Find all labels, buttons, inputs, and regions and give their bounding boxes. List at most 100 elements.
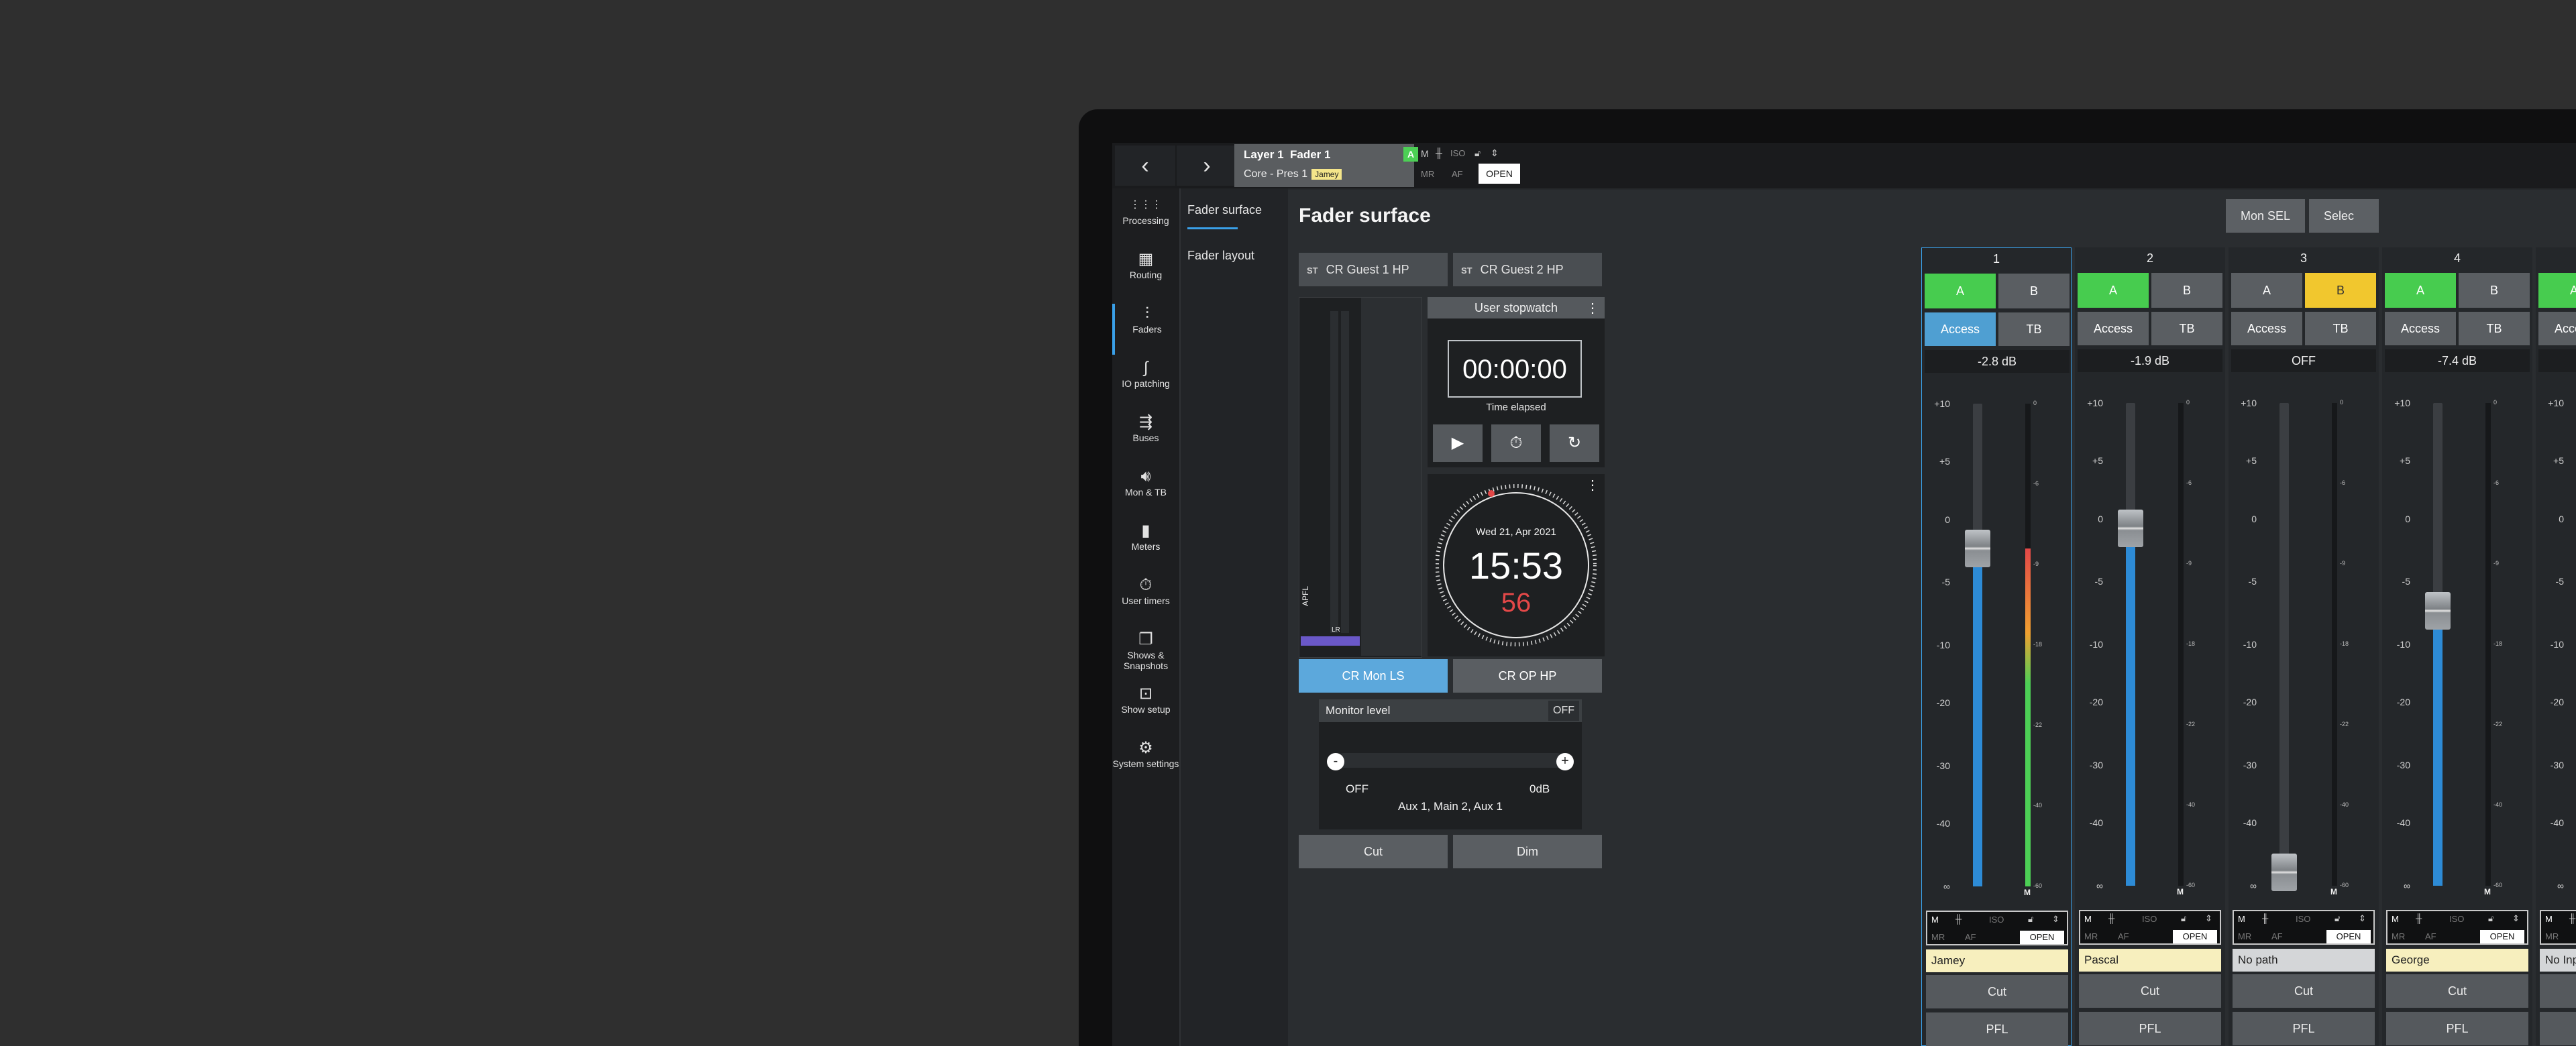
increase-knob[interactable]: +	[1556, 753, 1574, 770]
sidebar-item-show-setup[interactable]: ⊡ Show setup	[1112, 684, 1179, 735]
subnav-fader-surface[interactable]: Fader surface	[1187, 203, 1262, 217]
open-button[interactable]: OPEN	[2480, 930, 2524, 943]
a-button[interactable]: A	[2538, 273, 2576, 308]
scale-label: -30	[2089, 760, 2103, 770]
sidebar-item-user-timers[interactable]: ⏱︎ User timers	[1112, 575, 1179, 626]
fader-level-fill	[1973, 548, 1982, 886]
a-button[interactable]: A	[1925, 274, 1996, 308]
monitor-level-panel: Monitor level OFF - + OFF 0dB Aux 1, Mai…	[1319, 699, 1582, 829]
stopwatch-menu-icon[interactable]: ⋮	[1586, 300, 1599, 316]
cr-mon-ls-button[interactable]: CR Mon LS	[1299, 659, 1448, 693]
open-button[interactable]: OPEN	[2326, 930, 2371, 943]
scale-label: +10	[2087, 398, 2103, 408]
sidebar-item-faders[interactable]: ⫶ Faders	[1112, 304, 1179, 355]
talkback-button[interactable]: TB	[2459, 312, 2530, 345]
path-tag: Jamey	[1311, 169, 1342, 180]
channel-cut-button[interactable]: Cut	[2386, 974, 2528, 1008]
channel-cut-button[interactable]: Cut	[2233, 974, 2375, 1008]
channel-status-row[interactable]: M╫ISO🔓︎⇕MRAFOPEN	[2233, 910, 2375, 945]
talkback-button[interactable]: TB	[1998, 312, 2070, 346]
select-button[interactable]: Selec	[2309, 199, 2379, 233]
channel-name[interactable]: No path	[2233, 949, 2375, 972]
fader-level-fill	[2433, 610, 2443, 886]
sidebar-item-label: Mon & TB	[1125, 487, 1167, 498]
fader-cap[interactable]	[2425, 591, 2451, 630]
talkback-button[interactable]: TB	[2151, 312, 2222, 345]
page-title: Fader surface	[1299, 205, 1431, 227]
channel-name[interactable]: George	[2386, 949, 2528, 972]
subnav-fader-layout[interactable]: Fader layout	[1187, 249, 1254, 263]
a-button[interactable]: A	[2385, 273, 2456, 308]
talkback-button[interactable]: TB	[2305, 312, 2376, 345]
sidebar-item-shows-snapshots[interactable]: ❐ Shows & Snapshots	[1112, 630, 1179, 681]
af-indicator: AF	[1965, 932, 1976, 942]
fader-cap[interactable]	[2271, 854, 2297, 891]
cr-op-hp-button[interactable]: CR OP HP	[1453, 659, 1602, 693]
channel-name[interactable]: Jamey	[1926, 949, 2068, 972]
b-button[interactable]: B	[2151, 273, 2222, 308]
channel-cut-button[interactable]: Cut	[2079, 974, 2221, 1008]
hp-guest2-button[interactable]: ST CR Guest 2 HP	[1453, 253, 1602, 286]
b-button[interactable]: B	[2459, 273, 2530, 308]
reset-button[interactable]: ↻	[1550, 424, 1599, 462]
channel-cut-button[interactable]: Cut	[1926, 975, 2068, 1008]
access-button[interactable]: Access	[2078, 312, 2149, 345]
channel-name[interactable]: Pascal	[2079, 949, 2221, 972]
channel-cut-button[interactable]: Cut	[2540, 974, 2576, 1008]
sidebar-item-label: Routing	[1129, 270, 1163, 280]
b-button[interactable]: B	[1998, 274, 2070, 308]
fader-track[interactable]	[2279, 403, 2289, 886]
channel-strip: 3 A B Access TB OFF +10 +5 0 -5 -10 -20 -30 -40 ∞ 0 -6 -9…	[2229, 247, 2379, 1046]
dim-button[interactable]: Dim	[1453, 835, 1602, 868]
forward-button[interactable]: ›	[1177, 146, 1237, 186]
pfl-button[interactable]: PFL	[2386, 1012, 2528, 1045]
sidebar-item-mon-tb[interactable]: 🔊︎ Mon & TB	[1112, 467, 1179, 518]
monitor-level-slider[interactable]	[1336, 753, 1564, 768]
fader-cap[interactable]	[1965, 530, 1990, 567]
channel-status-row[interactable]: M╫ISO🔓︎⇕MRAFOPEN	[2540, 910, 2576, 945]
access-button[interactable]: Access	[2231, 312, 2302, 345]
monitor-meter-l	[1330, 311, 1338, 633]
pfl-button[interactable]: PFL	[2233, 1012, 2375, 1045]
channel-status-row[interactable]: M╫ISO🔓︎⇕MRAFOPEN	[2079, 910, 2221, 945]
sidebar-item-buses[interactable]: ⇶ Buses	[1112, 412, 1179, 463]
channel-name[interactable]: No Input	[2540, 949, 2576, 972]
scale-label: -40	[2550, 817, 2564, 829]
a-button[interactable]: A	[2231, 273, 2302, 308]
sidebar-item-label: Buses	[1132, 432, 1159, 443]
meter-label: M	[2177, 887, 2184, 896]
hp-guest1-button[interactable]: ST CR Guest 1 HP	[1299, 253, 1448, 286]
monitor-off-button[interactable]: OFF	[1548, 701, 1579, 721]
back-button[interactable]: ‹	[1115, 146, 1175, 186]
open-button[interactable]: OPEN	[2173, 930, 2217, 943]
pfl-button[interactable]: PFL	[2079, 1012, 2221, 1045]
iso-indicator: ISO	[1450, 148, 1466, 158]
access-button[interactable]: Access	[1925, 312, 1996, 346]
access-button[interactable]: Access	[2538, 312, 2576, 345]
open-button[interactable]: OPEN	[2020, 931, 2064, 944]
b-button[interactable]: B	[2305, 273, 2376, 308]
sidebar-item-io-patching[interactable]: ∫ IO patching	[1112, 358, 1179, 409]
scale-label: ∞	[2404, 880, 2410, 891]
a-button[interactable]: A	[2078, 273, 2149, 308]
fader-cap[interactable]	[2118, 510, 2143, 548]
pfl-button[interactable]: PFL	[1926, 1012, 2068, 1046]
sidebar-item-system-settings[interactable]: ⚙ System settings	[1112, 738, 1179, 789]
lap-button[interactable]: ⏱︎	[1491, 424, 1541, 462]
sidebar-item-meters[interactable]: ▮ Meters	[1112, 521, 1179, 572]
open-button[interactable]: OPEN	[1479, 164, 1520, 184]
channel-status-row[interactable]: M╫ISO🔓︎⇕MRAFOPEN	[2386, 910, 2528, 945]
sidebar-item-routing[interactable]: ▦ Routing	[1112, 249, 1179, 300]
channel-number: 5	[2536, 251, 2576, 266]
current-fader-info[interactable]: Layer 1 Fader 1 A Core - Pres 1 Jamey	[1234, 144, 1418, 187]
mon-sel-button[interactable]: Mon SEL	[2226, 199, 2306, 233]
play-button[interactable]: ▶	[1433, 424, 1483, 462]
iso-indicator: ISO	[2142, 914, 2157, 924]
decrease-knob[interactable]: -	[1327, 753, 1344, 770]
sidebar-item-processing[interactable]: ⋮⋮⋮ Processing	[1112, 195, 1179, 246]
sidebar-item-label: Faders	[1132, 324, 1162, 335]
pfl-button[interactable]: PFL	[2540, 1012, 2576, 1045]
access-button[interactable]: Access	[2385, 312, 2456, 345]
channel-status-row[interactable]: M╫ISO🔓︎⇕MRAFOPEN	[1926, 911, 2068, 945]
cut-button[interactable]: Cut	[1299, 835, 1448, 868]
